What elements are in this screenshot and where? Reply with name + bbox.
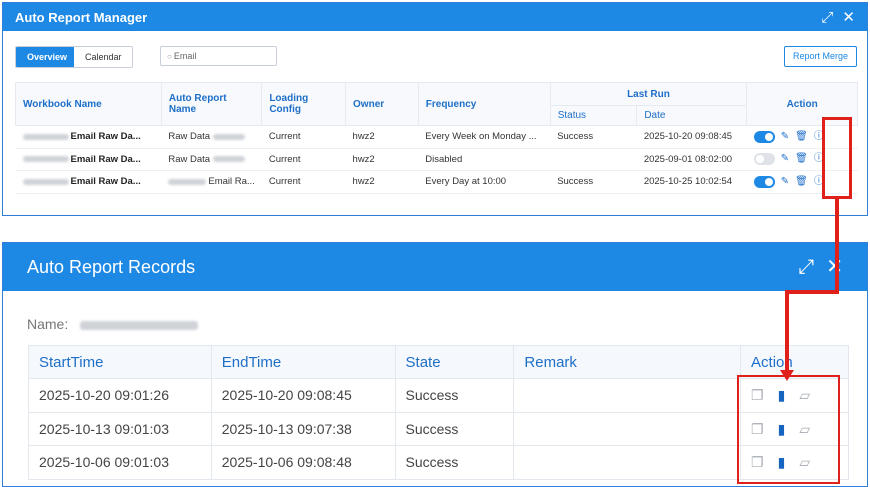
annotation-box-info-icons: [822, 117, 852, 199]
date-cell: 2025-09-01 08:02:00: [636, 148, 747, 171]
col-date[interactable]: Date: [636, 105, 748, 126]
enable-toggle[interactable]: [753, 153, 775, 166]
view-switch: Overview Calendar: [15, 46, 133, 68]
annotation-box-record-actions: [737, 375, 840, 484]
tab-calendar[interactable]: Calendar: [74, 47, 132, 67]
col-state[interactable]: State: [394, 345, 515, 379]
col-action: Action: [740, 345, 849, 379]
delete-icon[interactable]: 🗑: [795, 176, 808, 187]
frequency-cell: Every Day at 10:00: [418, 170, 551, 194]
expand-icon[interactable]: ⤢: [821, 10, 833, 25]
col-remark: Remark: [513, 345, 742, 379]
window-titlebar: Auto Report Records ⤢ ✕: [3, 243, 867, 291]
frequency-cell: Every Week on Monday ...: [418, 125, 551, 149]
delete-icon[interactable]: 🗑: [795, 131, 808, 142]
redacted-text: [212, 133, 245, 140]
loading-cell: Current: [261, 125, 346, 149]
table-row[interactable]: Email Raw Da... Email Ra... Current hwz2…: [15, 170, 858, 194]
workbook-cell[interactable]: Email Raw Da...: [15, 125, 162, 149]
end-time-cell: 2025-10-13 09:07:38: [210, 411, 396, 446]
workbook-cell[interactable]: Email Raw Da...: [15, 170, 162, 194]
remark-cell: [513, 411, 742, 446]
enable-toggle[interactable]: [753, 130, 775, 143]
table-row[interactable]: 2025-10-13 09:01:03 2025-10-13 09:07:38 …: [28, 411, 849, 446]
end-time-cell: 2025-10-06 09:08:48: [210, 445, 396, 480]
screenshot-stage: Auto Report Manager ⤢ ✕ Overview Calenda…: [0, 0, 870, 487]
start-time-cell: 2025-10-06 09:01:03: [28, 445, 212, 480]
col-start-time[interactable]: StartTime: [28, 345, 212, 379]
auto-report-manager-window: Auto Report Manager ⤢ ✕ Overview Calenda…: [2, 2, 868, 216]
status-cell: [550, 148, 637, 171]
search-input[interactable]: ○ Email: [160, 46, 277, 66]
auto-report-cell: Raw Data: [161, 125, 262, 149]
window-titlebar: Auto Report Manager ⤢ ✕: [3, 3, 867, 31]
col-owner[interactable]: Owner: [345, 82, 419, 126]
table-row[interactable]: Email Raw Da... Raw Data Current hwz2 Di…: [15, 148, 858, 171]
end-time-cell: 2025-10-20 09:08:45: [210, 378, 396, 413]
col-frequency[interactable]: Frequency: [417, 82, 551, 126]
state-cell: Success: [394, 378, 515, 413]
remark-cell: [513, 445, 742, 480]
col-last-run: Last Run: [549, 82, 748, 106]
loading-cell: Current: [261, 170, 346, 194]
close-icon[interactable]: ✕: [842, 10, 855, 25]
state-cell: Success: [394, 411, 515, 446]
start-time-cell: 2025-10-20 09:01:26: [28, 378, 212, 413]
owner-cell: hwz2: [345, 170, 419, 194]
col-status[interactable]: Status: [549, 105, 638, 126]
remark-cell: [513, 378, 742, 413]
owner-cell: hwz2: [345, 125, 419, 149]
auto-report-cell: Raw Data: [161, 148, 262, 171]
table-row[interactable]: 2025-10-06 09:01:03 2025-10-06 09:08:48 …: [28, 445, 849, 480]
search-value: Email: [173, 51, 197, 61]
owner-cell: hwz2: [345, 148, 419, 171]
edit-icon[interactable]: ✎: [781, 154, 789, 164]
auto-report-table: Workbook Name Auto Report Name Loading C…: [15, 82, 858, 194]
state-cell: Success: [394, 445, 515, 480]
col-workbook-name[interactable]: Workbook Name: [15, 82, 162, 126]
redacted-text: [212, 156, 245, 163]
loading-cell: Current: [261, 148, 346, 171]
edit-icon[interactable]: ✎: [781, 176, 789, 187]
auto-report-cell: Email Ra...: [161, 170, 262, 194]
window-title: Auto Report Records: [27, 256, 196, 277]
status-cell: Success: [550, 125, 637, 149]
col-end-time[interactable]: EndTime: [210, 345, 396, 379]
redacted-text: [22, 178, 69, 185]
search-icon: ○: [167, 51, 172, 61]
report-merge-button[interactable]: Report Merge: [783, 46, 857, 67]
annotation-line: [835, 199, 839, 293]
redacted-text: [80, 320, 199, 330]
toolbar: Overview Calendar ○ Email Report Merge: [15, 46, 857, 68]
expand-icon[interactable]: ⤢: [798, 257, 814, 277]
tab-overview[interactable]: Overview: [16, 47, 74, 67]
delete-icon[interactable]: 🗑: [795, 154, 808, 164]
records-table: StartTime EndTime State Remark Action 20…: [28, 345, 849, 480]
edit-icon[interactable]: ✎: [781, 131, 789, 142]
redacted-text: [22, 156, 69, 163]
window-title: Auto Report Manager: [15, 9, 148, 25]
date-cell: 2025-10-20 09:08:45: [636, 125, 747, 149]
annotation-line: [785, 290, 789, 372]
annotation-line: [785, 290, 839, 294]
enable-toggle[interactable]: [753, 175, 775, 188]
date-cell: 2025-10-25 10:02:54: [636, 170, 747, 194]
workbook-cell[interactable]: Email Raw Da...: [15, 148, 162, 171]
table-row[interactable]: 2025-10-20 09:01:26 2025-10-20 09:08:45 …: [28, 378, 849, 413]
redacted-text: [22, 133, 69, 140]
col-auto-report-name[interactable]: Auto Report Name: [160, 82, 263, 126]
table-row[interactable]: Email Raw Da... Raw Data Current hwz2 Ev…: [15, 125, 858, 149]
col-loading-config[interactable]: Loading Config: [261, 82, 347, 126]
redacted-text: [168, 178, 207, 185]
record-name-row: Name:: [27, 316, 200, 332]
status-cell: Success: [550, 170, 637, 194]
frequency-cell: Disabled: [418, 148, 551, 171]
name-label: Name:: [27, 316, 69, 332]
start-time-cell: 2025-10-13 09:01:03: [28, 411, 212, 446]
